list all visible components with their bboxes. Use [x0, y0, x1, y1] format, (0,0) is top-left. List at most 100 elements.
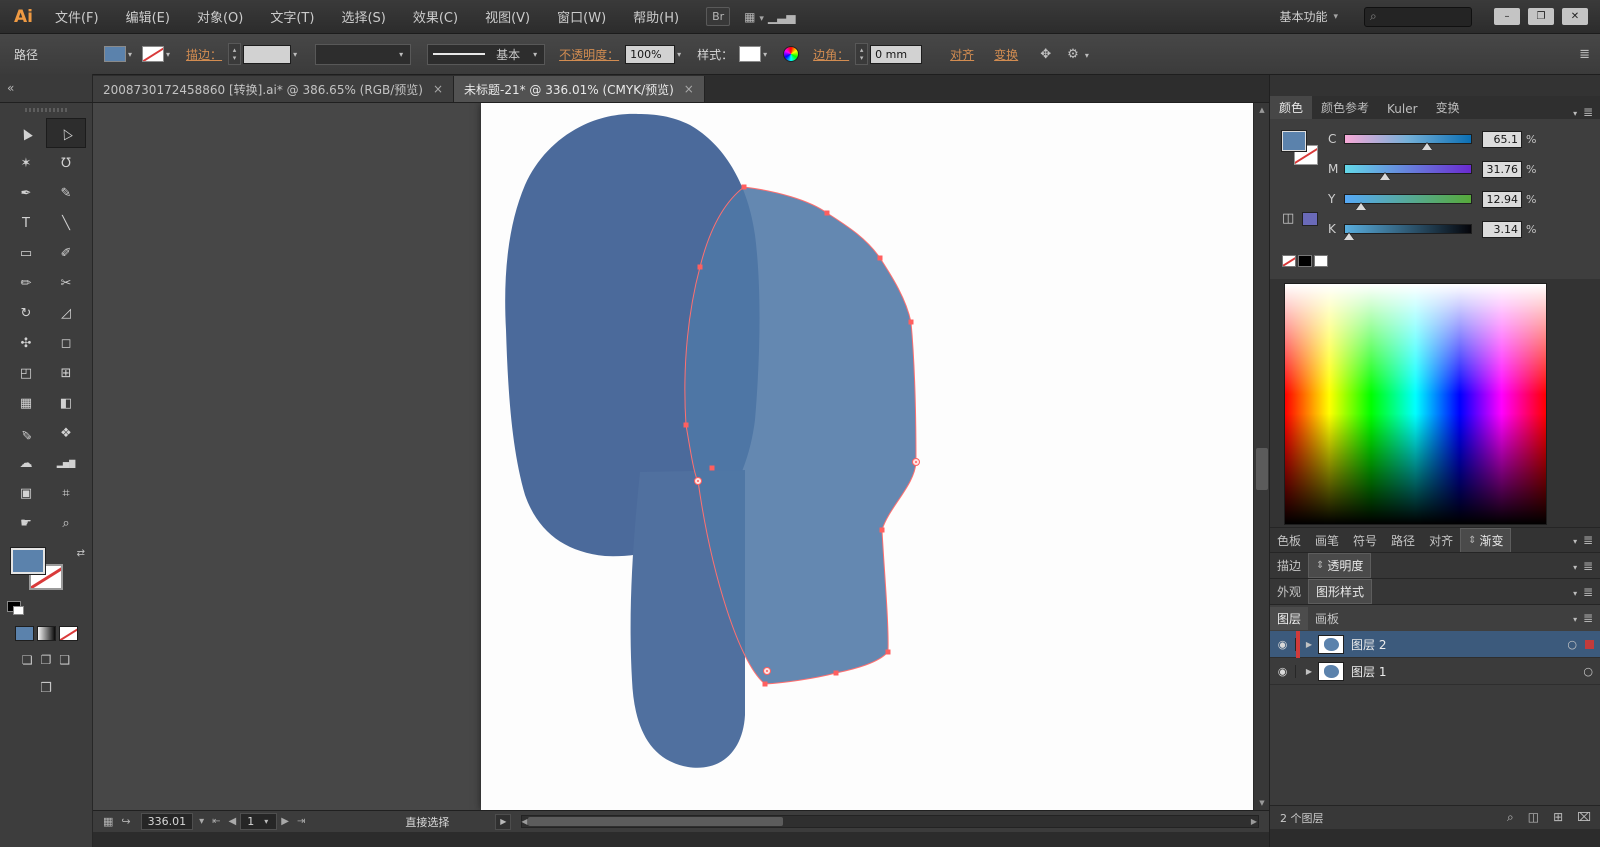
scale-tool[interactable]: ◿: [46, 298, 86, 328]
menu-file[interactable]: 文件(F): [55, 7, 99, 26]
color-panel-menu-icon[interactable]: ▾ ≣: [1571, 105, 1593, 119]
pen-tool[interactable]: ✒: [6, 178, 46, 208]
type-tool[interactable]: T: [6, 208, 46, 238]
tab-graphic-styles[interactable]: 图形样式: [1308, 579, 1373, 604]
shape-builder-tool[interactable]: ◰: [6, 358, 46, 388]
cmyk-thumb-Y[interactable]: [1356, 203, 1367, 210]
column-graph-tool[interactable]: ▂▅▇: [46, 448, 86, 478]
zoom-caret-icon[interactable]: ▾: [199, 816, 204, 827]
tab-gradient[interactable]: ⇕ 渐变: [1460, 527, 1512, 553]
horizontal-scroll-thumb[interactable]: [528, 817, 784, 826]
vertical-scroll-thumb[interactable]: [1256, 448, 1268, 490]
visibility-toggle-1[interactable]: ◉: [1270, 664, 1296, 678]
delete-layer-icon[interactable]: ⌧: [1577, 810, 1591, 825]
align-panel-link[interactable]: 对齐: [950, 46, 974, 63]
document-tab-1[interactable]: 2008730172458860 [转换].ai* @ 386.65% (RGB…: [93, 76, 455, 102]
screen-mode-icon[interactable]: ❒: [40, 681, 52, 696]
make-mask-icon[interactable]: ◫: [1528, 810, 1539, 825]
stroke-weight-value[interactable]: [243, 44, 292, 64]
document-tab-2[interactable]: 未标题-21* @ 336.01% (CMYK/预览) ×: [454, 76, 705, 102]
lasso-tool[interactable]: ℧: [46, 148, 86, 178]
corner-value[interactable]: 0 mm: [870, 44, 923, 64]
gradient-button[interactable]: [36, 626, 56, 641]
cmyk-thumb-C[interactable]: [1421, 143, 1432, 150]
fill-color-swatch[interactable]: [104, 46, 127, 62]
bridge-button[interactable]: Br: [706, 7, 731, 26]
fill-caret-icon[interactable]: ▾: [128, 50, 132, 59]
menu-window[interactable]: 窗口(W): [557, 7, 606, 26]
tab-swatches[interactable]: 色板: [1270, 529, 1308, 552]
restore-button[interactable]: ❐: [1528, 8, 1554, 25]
visibility-toggle-2[interactable]: ◉: [1270, 637, 1296, 651]
style-caret-icon[interactable]: ▾: [763, 50, 767, 59]
color-button[interactable]: [14, 626, 34, 641]
panel-fill-swatch[interactable]: [1282, 131, 1306, 151]
toolbar-grip[interactable]: [25, 108, 67, 112]
yellow-slider[interactable]: [1344, 194, 1472, 210]
scroll-up-icon[interactable]: ▲: [1254, 103, 1270, 117]
menu-select[interactable]: 选择(S): [341, 7, 385, 26]
layer-2-thumbnail[interactable]: [1318, 634, 1344, 654]
web-safe-color-swatch[interactable]: [1302, 212, 1318, 226]
menu-object[interactable]: 对象(O): [197, 7, 243, 26]
cmyk-thumb-K[interactable]: [1343, 233, 1354, 240]
collapse-toolbar-icon[interactable]: «: [0, 74, 93, 102]
zoom-level-select[interactable]: 336.01: [140, 813, 194, 830]
last-artboard-icon[interactable]: ⇥: [297, 816, 305, 827]
line-segment-tool[interactable]: ╲: [46, 208, 86, 238]
add-anchor-point-tool[interactable]: ✎: [46, 178, 86, 208]
tab-transform[interactable]: 变换: [1427, 96, 1469, 119]
tab-kuler[interactable]: Kuler: [1378, 99, 1427, 119]
scroll-right-icon[interactable]: ▶: [1251, 817, 1257, 826]
draw-normal-icon[interactable]: ❏: [22, 653, 33, 667]
layer-1-thumbnail[interactable]: [1318, 661, 1344, 681]
cs-live-icon[interactable]: ▁▃▅: [768, 10, 796, 24]
magic-wand-tool[interactable]: ✶: [6, 148, 46, 178]
opacity-panel-link[interactable]: 不透明度：: [559, 46, 619, 63]
menu-type[interactable]: 文字(T): [270, 7, 314, 26]
transform-panel-link[interactable]: 变换: [994, 46, 1018, 63]
stroke-weight-caret-icon[interactable]: ▾: [293, 50, 297, 59]
color-spectrum[interactable]: [1284, 283, 1547, 525]
canvas-area[interactable]: [93, 103, 1253, 810]
layer-row-2[interactable]: ◉ ▶ 图层 2 ○: [1270, 630, 1600, 658]
status-export-icon[interactable]: ↪: [121, 815, 130, 828]
tab-transparency[interactable]: ⇕ 透明度: [1308, 553, 1372, 578]
rotate-tool[interactable]: ↻: [6, 298, 46, 328]
horizontal-scrollbar[interactable]: ◀ ▶: [521, 815, 1259, 828]
tab-symbols[interactable]: 符号: [1346, 529, 1384, 552]
tab-artboards[interactable]: 画板: [1308, 607, 1346, 630]
artboard-tool[interactable]: ▣: [6, 478, 46, 508]
black-value-field[interactable]: 3.14: [1482, 220, 1522, 238]
draw-behind-icon[interactable]: ❐: [41, 653, 52, 667]
tab-appearance[interactable]: 外观: [1270, 580, 1308, 603]
yellow-value-field[interactable]: 12.94: [1482, 190, 1522, 208]
scroll-down-icon[interactable]: ▼: [1254, 796, 1270, 810]
none-swatch[interactable]: [1282, 255, 1296, 267]
layer-2-name[interactable]: 图层 2: [1351, 636, 1386, 653]
swap-fill-stroke-icon[interactable]: ⇄: [77, 548, 85, 559]
direct-selection-tool[interactable]: △: [46, 118, 86, 148]
free-transform-tool[interactable]: ◻: [46, 328, 86, 358]
layer-2-target-icon[interactable]: ○: [1567, 638, 1577, 651]
rectangle-tool[interactable]: ▭: [6, 238, 46, 268]
style-swatch[interactable]: [739, 46, 762, 62]
expand-layer-icon-2[interactable]: ▶: [1300, 667, 1318, 676]
expand-layer-icon[interactable]: ▶: [1300, 640, 1318, 649]
close-button[interactable]: ✕: [1562, 8, 1588, 25]
slice-tool[interactable]: ⌗: [46, 478, 86, 508]
pencil-tool[interactable]: ✏: [6, 268, 46, 298]
magenta-slider[interactable]: [1344, 164, 1472, 180]
layers-panel-menu-icon[interactable]: ▾ ≣: [1571, 611, 1593, 625]
recolor-artwork-icon[interactable]: [783, 46, 800, 62]
opacity-value[interactable]: 100%: [625, 44, 676, 64]
tab-brushes[interactable]: 画笔: [1308, 529, 1346, 552]
corner-link[interactable]: 边角：: [813, 46, 849, 63]
transparency-panel-menu-icon[interactable]: ▾ ≣: [1571, 559, 1593, 573]
perspective-grid-tool[interactable]: ⊞: [46, 358, 86, 388]
layer-2-selection-indicator[interactable]: [1585, 639, 1594, 649]
search-input[interactable]: ⌕: [1364, 6, 1472, 27]
vertical-scrollbar[interactable]: ▲ ▼: [1253, 103, 1269, 810]
web-color-warning-icon[interactable]: ◫: [1282, 211, 1294, 226]
cmyk-thumb-M[interactable]: [1380, 173, 1391, 180]
